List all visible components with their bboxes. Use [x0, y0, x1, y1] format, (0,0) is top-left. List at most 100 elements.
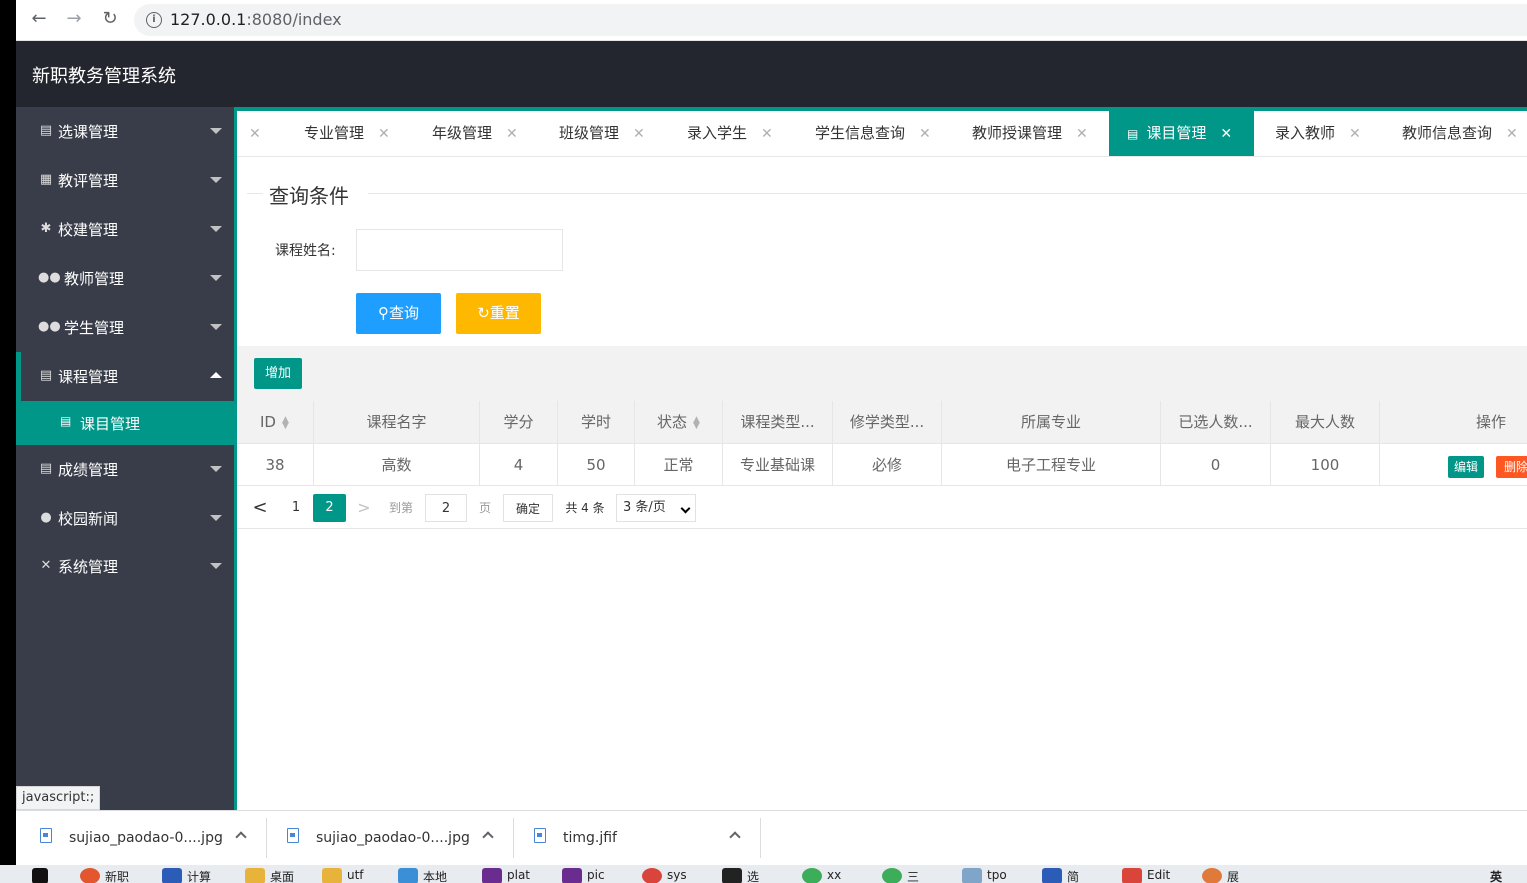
download-item[interactable]: timg.jfif [510, 811, 760, 866]
search-button-label: 查询 [388, 304, 419, 322]
close-icon[interactable]: ✕ [506, 126, 518, 142]
taskbar-item[interactable]: 选 [722, 868, 759, 883]
close-icon[interactable]: ✕ [1076, 126, 1088, 142]
sidebar-item-label: 成绩管理 [58, 461, 119, 479]
file-icon [534, 828, 546, 843]
taskbar-item[interactable]: utf [322, 868, 364, 883]
tab-label: 学生信息查询 [815, 124, 906, 142]
delete-button[interactable]: 删除 [1496, 456, 1527, 478]
tab-add-teacher[interactable]: 录入教师 ✕ [1275, 111, 1361, 156]
tab-add-student[interactable]: 录入学生 ✕ [687, 111, 773, 156]
chevron-up-icon[interactable] [235, 831, 247, 843]
tab-major-management[interactable]: 专业管理 ✕ [304, 111, 390, 156]
os-taskbar: 新职 计算 桌面 utf 本地 plat pic sys 选 xx 三 tpo … [0, 865, 1527, 883]
sidebar-item-course-selection[interactable]: ▤ 选课管理 [16, 107, 234, 156]
taskbar-label: 三 [907, 870, 920, 883]
app-title: 新职教务管理系统 [32, 66, 176, 87]
taskbar-item[interactable]: 桌面 [245, 868, 294, 883]
taskbar-item[interactable]: sys [642, 868, 687, 883]
chevron-up-icon[interactable] [482, 831, 494, 843]
add-button[interactable]: 增加 [254, 358, 302, 389]
close-icon[interactable]: ✕ [1506, 126, 1518, 142]
page-unit-label: 页 [478, 501, 491, 515]
taskbar-label: Edit [1147, 868, 1171, 882]
file-icon [40, 828, 52, 843]
tab-hidden-partial[interactable]: ✕ [237, 111, 261, 156]
taskbar-item[interactable]: 新职 [80, 868, 129, 883]
sidebar-item-student-management[interactable]: ●● 学生管理 [16, 303, 234, 352]
chevron-down-icon [680, 503, 691, 514]
search-button[interactable]: ⚲查询 [356, 293, 441, 334]
sort-icon[interactable]: ▲ ▼ [693, 415, 700, 430]
sidebar: ▤ 选课管理 ▦ 教评管理 ✱ 校建管理 ●● 教师管理 ●● 学生管理 ▤ 课… [16, 107, 234, 810]
sidebar-item-grade-management[interactable]: ▤ 成绩管理 [16, 445, 234, 494]
taskbar-label: 新职 [105, 870, 130, 883]
reload-icon[interactable]: ↻ [99, 8, 121, 30]
next-page-button[interactable]: > [355, 494, 373, 522]
taskbar-item[interactable]: Edit [1122, 868, 1170, 883]
close-icon[interactable]: ✕ [249, 126, 261, 142]
sidebar-item-campus-news[interactable]: ● 校园新闻 [16, 494, 234, 543]
taskbar-label: 选 [747, 870, 760, 883]
sidebar-item-teaching-evaluation[interactable]: ▦ 教评管理 [16, 156, 234, 205]
fieldset-border [368, 193, 1527, 194]
sidebar-item-system-management[interactable]: ✕ 系统管理 [16, 542, 234, 591]
taskbar-item[interactable]: 三 [882, 868, 919, 883]
page-size-select[interactable]: 3 条/页 [616, 494, 696, 522]
taskbar-item[interactable]: 本地 [398, 868, 447, 883]
sort-icon[interactable]: ▲ ▼ [282, 415, 289, 430]
column-header-status[interactable]: 状态 ▲ ▼ [635, 401, 723, 443]
cell-id: 38 [237, 444, 314, 486]
ime-indicator[interactable]: 英 [1490, 868, 1502, 883]
sidebar-item-course-management[interactable]: ▤ 课程管理 [16, 352, 234, 401]
taskbar-item[interactable]: 展 [1202, 868, 1239, 883]
page-2-current[interactable]: 2 [313, 494, 346, 522]
tab-grade-level-management[interactable]: 年级管理 ✕ [432, 111, 518, 156]
close-icon[interactable]: ✕ [919, 126, 931, 142]
tab-class-management[interactable]: 班级管理 ✕ [559, 111, 645, 156]
tab-student-query[interactable]: 学生信息查询 ✕ [815, 111, 931, 156]
tab-subject-management[interactable]: ▤ 课目管理 ✕ [1109, 111, 1254, 156]
goto-confirm-button[interactable]: 确定 [503, 494, 553, 522]
arrow-left-icon[interactable]: ← [28, 8, 50, 30]
taskbar-item[interactable]: plat [482, 868, 530, 883]
close-icon[interactable]: ✕ [633, 126, 645, 142]
taskbar-item[interactable]: pic [562, 868, 605, 883]
prev-page-button[interactable]: < [251, 494, 269, 522]
url-text[interactable]: 127.0.0.1:8080/index [170, 10, 342, 29]
arrow-right-icon[interactable]: → [63, 8, 85, 30]
taskbar-item[interactable]: xx [802, 868, 841, 883]
tab-teacher-query[interactable]: 教师信息查询 ✕ [1402, 111, 1518, 156]
reset-button[interactable]: ↻重置 [456, 293, 541, 334]
sidebar-item-campus-construction[interactable]: ✱ 校建管理 [16, 205, 234, 254]
download-item[interactable]: sujiao_paodao-0....jpg [16, 811, 266, 866]
taskbar-item[interactable]: 计算 [162, 868, 211, 883]
taskbar-item[interactable]: 简 [1042, 868, 1079, 883]
close-icon[interactable]: ✕ [761, 126, 773, 142]
goto-page-input[interactable]: 2 [425, 494, 467, 522]
column-header-id[interactable]: ID ▲ ▼ [237, 401, 314, 443]
close-icon[interactable]: ✕ [1349, 126, 1361, 142]
course-name-input[interactable] [356, 229, 563, 271]
taskbar-item[interactable]: tpo [962, 868, 1007, 883]
sidebar-subitem-subject-management[interactable]: ▤ 课目管理 [16, 401, 234, 445]
chevron-down-icon [210, 324, 222, 330]
start-icon[interactable] [32, 868, 53, 883]
edit-button[interactable]: 编辑 [1448, 456, 1484, 478]
header-label: 状态 [657, 413, 688, 431]
tab-teacher-course-management[interactable]: 教师授课管理 ✕ [972, 111, 1088, 156]
table-toolbar: 增加 [237, 346, 1527, 401]
column-header-course-type: 课程类型... [723, 401, 833, 443]
chevron-up-icon[interactable] [729, 831, 741, 843]
sidebar-item-teacher-management[interactable]: ●● 教师管理 [16, 254, 234, 303]
close-icon[interactable]: ✕ [378, 126, 390, 142]
address-bar[interactable]: i 127.0.0.1:8080/index [134, 4, 1527, 36]
info-icon[interactable]: i [146, 12, 162, 28]
taskbar-label: 桌面 [270, 870, 295, 883]
cell-major: 电子工程专业 [942, 444, 1161, 486]
page-1-button[interactable]: 1 [285, 494, 307, 522]
download-item[interactable]: sujiao_paodao-0....jpg [263, 811, 513, 866]
close-icon[interactable]: ✕ [1220, 126, 1232, 142]
cell-status: 正常 [635, 444, 723, 486]
tab-label: 录入学生 [687, 124, 748, 142]
